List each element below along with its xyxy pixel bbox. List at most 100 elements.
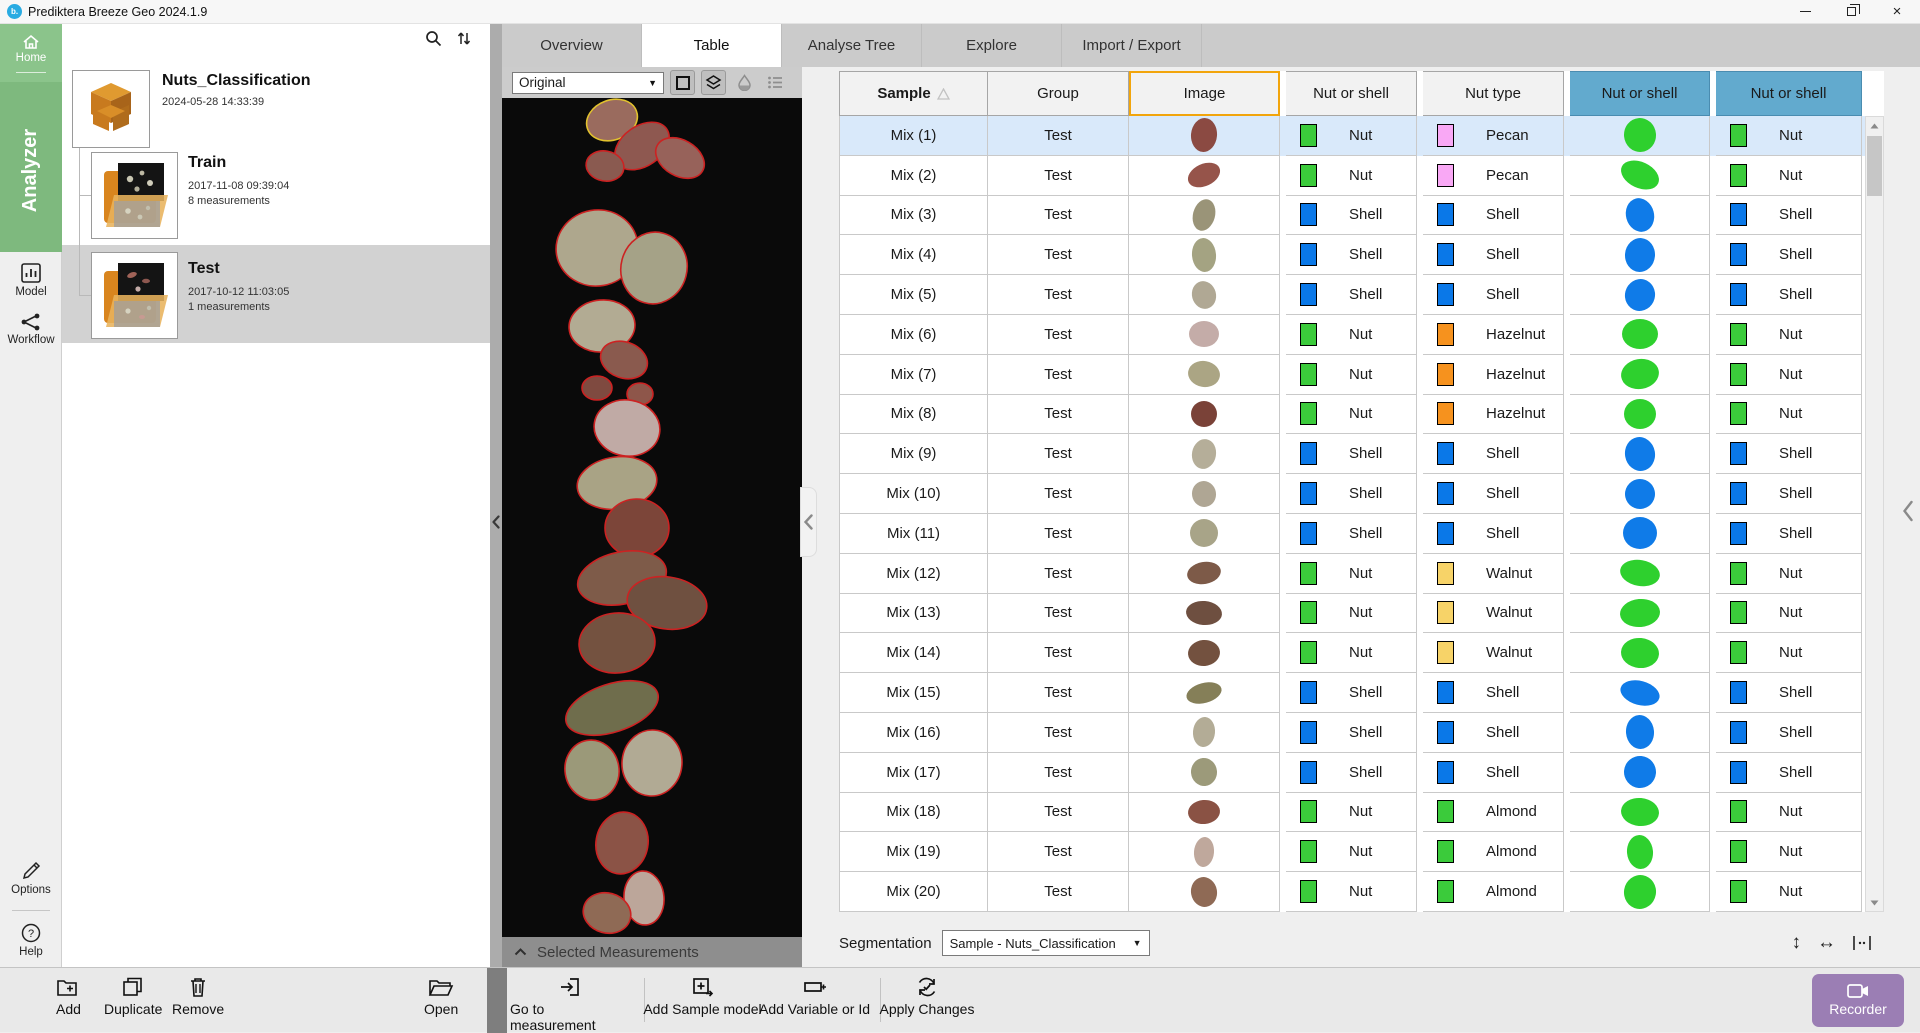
add-sample-model-button[interactable]: Add Sample model — [640, 976, 765, 1017]
cell-prediction[interactable]: Shell — [1716, 753, 1862, 793]
measurement-test-title[interactable]: Test — [188, 260, 220, 278]
cell-image[interactable] — [1129, 793, 1280, 833]
cell-image[interactable] — [1129, 514, 1280, 554]
cell-nut-or-shell[interactable]: Nut — [1286, 395, 1417, 435]
cell-nut-or-shell[interactable]: Shell — [1286, 235, 1417, 275]
cell-image[interactable] — [1129, 315, 1280, 355]
cell-segmentation[interactable] — [1570, 753, 1710, 793]
cell-nut-type[interactable]: Shell — [1423, 753, 1564, 793]
cell-prediction[interactable]: Nut — [1716, 156, 1862, 196]
table-row[interactable]: Mix (20)TestNutAlmondNut — [839, 872, 1884, 912]
nut-object[interactable] — [591, 808, 653, 878]
close-button[interactable]: × — [1874, 0, 1920, 23]
cell-image[interactable] — [1129, 753, 1280, 793]
measurement-train-title[interactable]: Train — [188, 154, 226, 172]
cell-sample[interactable]: Mix (4) — [839, 235, 988, 275]
cell-sample[interactable]: Mix (18) — [839, 793, 988, 833]
cell-sample[interactable]: Mix (9) — [839, 434, 988, 474]
table-scrollbar[interactable] — [1865, 116, 1884, 912]
cell-sample[interactable]: Mix (2) — [839, 156, 988, 196]
column-header-nut-or-shell[interactable]: Nut or shell — [1286, 71, 1417, 116]
column-header-sample[interactable]: Sample — [839, 71, 988, 116]
cell-prediction[interactable]: Shell — [1716, 235, 1862, 275]
cell-segmentation[interactable] — [1570, 594, 1710, 634]
cell-prediction[interactable]: Nut — [1716, 355, 1862, 395]
cell-segmentation[interactable] — [1570, 713, 1710, 753]
recorder-button[interactable]: Recorder — [1812, 974, 1904, 1027]
cell-nut-or-shell[interactable]: Nut — [1286, 872, 1417, 912]
segmentation-select[interactable]: Sample - Nuts_Classification ▼ — [942, 930, 1150, 956]
cell-image[interactable] — [1129, 235, 1280, 275]
cell-image[interactable] — [1129, 713, 1280, 753]
cell-nut-or-shell[interactable]: Nut — [1286, 594, 1417, 634]
cell-nut-or-shell[interactable]: Nut — [1286, 793, 1417, 833]
cell-image[interactable] — [1129, 275, 1280, 315]
cell-prediction[interactable]: Nut — [1716, 633, 1862, 673]
layers-toggle-button[interactable] — [701, 70, 726, 95]
cell-image[interactable] — [1129, 355, 1280, 395]
cell-segmentation[interactable] — [1570, 793, 1710, 833]
cell-group[interactable]: Test — [988, 633, 1129, 673]
cell-nut-type[interactable]: Pecan — [1423, 156, 1564, 196]
cell-nut-type[interactable]: Shell — [1423, 514, 1564, 554]
table-row[interactable]: Mix (1)TestNutPecanNut — [839, 116, 1884, 156]
cell-nut-or-shell[interactable]: Shell — [1286, 196, 1417, 236]
cell-group[interactable]: Test — [988, 673, 1129, 713]
cell-nut-or-shell[interactable]: Nut — [1286, 355, 1417, 395]
cell-prediction[interactable]: Nut — [1716, 793, 1862, 833]
nav-workflow[interactable]: Workflow — [0, 312, 62, 346]
tab-table[interactable]: Table — [642, 24, 782, 67]
cell-image[interactable] — [1129, 832, 1280, 872]
measurement-test-thumbnail[interactable] — [91, 252, 178, 339]
cell-segmentation[interactable] — [1570, 514, 1710, 554]
cell-segmentation[interactable] — [1570, 832, 1710, 872]
column-header-group[interactable]: Group — [988, 71, 1129, 116]
cell-segmentation[interactable] — [1570, 235, 1710, 275]
cell-segmentation[interactable] — [1570, 633, 1710, 673]
table-row[interactable]: Mix (14)TestNutWalnutNut — [839, 633, 1884, 673]
cell-sample[interactable]: Mix (6) — [839, 315, 988, 355]
cell-nut-or-shell[interactable]: Nut — [1286, 156, 1417, 196]
nut-object[interactable] — [582, 376, 612, 400]
cell-nut-or-shell[interactable]: Nut — [1286, 633, 1417, 673]
cell-prediction[interactable]: Nut — [1716, 315, 1862, 355]
nut-object[interactable] — [605, 499, 669, 557]
cell-group[interactable]: Test — [988, 872, 1129, 912]
cell-group[interactable]: Test — [988, 196, 1129, 236]
left-splitter[interactable] — [490, 24, 502, 967]
table-row[interactable]: Mix (5)TestShellShellShell — [839, 275, 1884, 315]
cell-nut-type[interactable]: Shell — [1423, 474, 1564, 514]
cell-sample[interactable]: Mix (3) — [839, 196, 988, 236]
fit-width-icon[interactable]: ↔ — [1817, 932, 1836, 954]
cell-sample[interactable]: Mix (8) — [839, 395, 988, 435]
add-button[interactable]: Add — [56, 976, 81, 1017]
cell-group[interactable]: Test — [988, 514, 1129, 554]
right-panel-collapse-handle[interactable] — [1903, 500, 1913, 527]
cell-group[interactable]: Test — [988, 156, 1129, 196]
tab-overview[interactable]: Overview — [502, 24, 642, 67]
cell-sample[interactable]: Mix (12) — [839, 554, 988, 594]
table-row[interactable]: Mix (11)TestShellShellShell — [839, 514, 1884, 554]
nav-analyzer[interactable]: Analyzer — [0, 90, 62, 250]
cell-segmentation[interactable] — [1570, 315, 1710, 355]
cell-group[interactable]: Test — [988, 753, 1129, 793]
layer-select[interactable]: Original ▼ — [512, 72, 664, 94]
remove-button[interactable]: Remove — [172, 976, 224, 1017]
scroll-down-button[interactable] — [1866, 894, 1883, 911]
viewer-collapse-handle[interactable] — [800, 487, 817, 557]
column-header-nut-or-shell[interactable]: Nut or shell — [1570, 71, 1710, 116]
sort-icon[interactable] — [456, 30, 472, 47]
cell-nut-type[interactable]: Shell — [1423, 275, 1564, 315]
project-icon[interactable] — [72, 70, 150, 148]
table-row[interactable]: Mix (4)TestShellShellShell — [839, 235, 1884, 275]
collapse-left-icon[interactable] — [492, 515, 500, 529]
nav-options[interactable]: Options — [0, 860, 62, 896]
cell-segmentation[interactable] — [1570, 275, 1710, 315]
cell-segmentation[interactable] — [1570, 196, 1710, 236]
cell-nut-or-shell[interactable]: Shell — [1286, 514, 1417, 554]
table-row[interactable]: Mix (13)TestNutWalnutNut — [839, 594, 1884, 634]
cell-prediction[interactable]: Shell — [1716, 673, 1862, 713]
cell-prediction[interactable]: Shell — [1716, 713, 1862, 753]
cell-nut-or-shell[interactable]: Nut — [1286, 554, 1417, 594]
search-icon[interactable] — [425, 30, 442, 47]
